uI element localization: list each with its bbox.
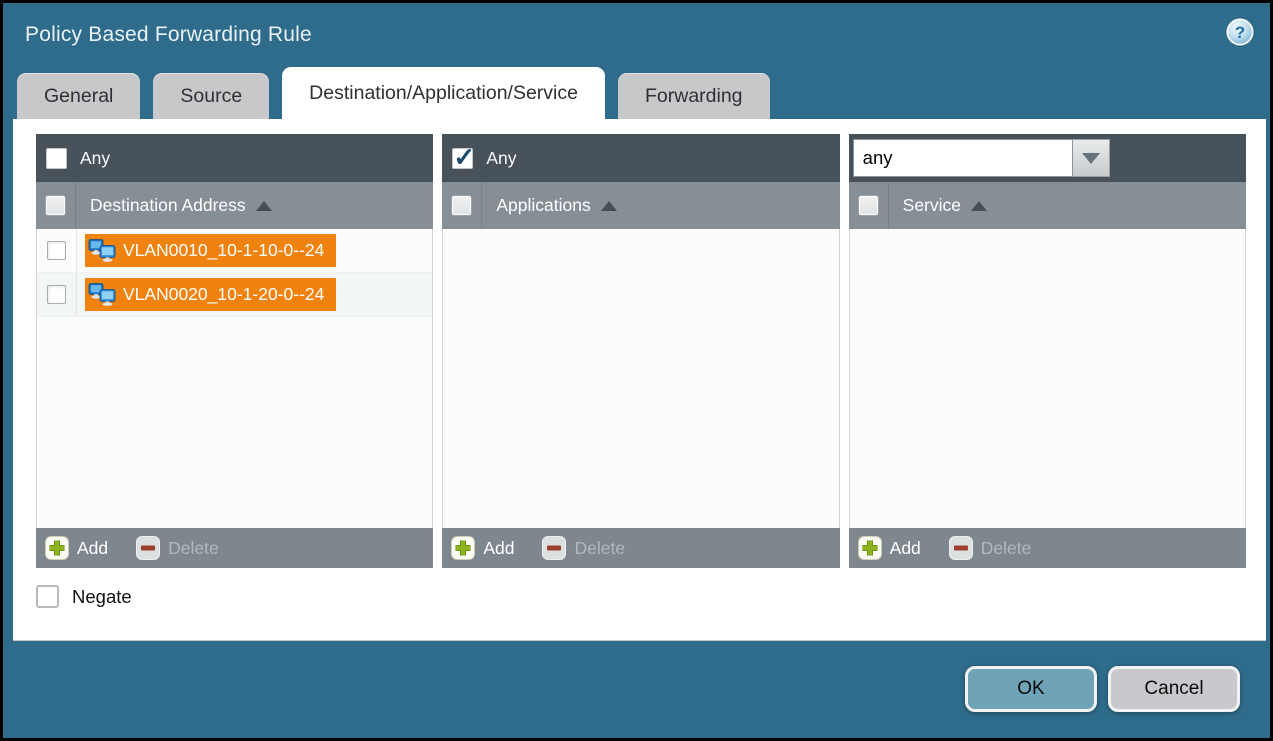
plus-icon [451, 536, 475, 560]
applications-list [442, 229, 839, 528]
address-item-label: VLAN0020_10-1-20-0--24 [123, 284, 324, 305]
destination-footer-bar: Add Delete [36, 528, 433, 568]
destination-any-bar: Any [36, 134, 433, 182]
add-button-label: Add [77, 538, 108, 559]
service-select-all-checkbox[interactable] [859, 196, 878, 215]
delete-button[interactable]: Delete [949, 536, 1032, 560]
destination-any-label: Any [80, 148, 110, 169]
destination-address-header-label[interactable]: Destination Address [90, 195, 246, 216]
table-row[interactable]: VLAN0020_10-1-20-0--24 [37, 273, 432, 317]
service-mode-dropdown[interactable]: any [853, 139, 1073, 177]
add-button-label: Add [890, 538, 921, 559]
destination-address-column: Any Destination Address [36, 134, 433, 568]
network-address-icon [88, 239, 116, 262]
page-title: Policy Based Forwarding Rule [25, 23, 312, 47]
destination-address-list: VLAN0010_10-1-10-0--24 [36, 229, 433, 528]
plus-icon [858, 536, 882, 560]
add-button[interactable]: Add [45, 536, 108, 560]
row-checkbox[interactable] [47, 241, 66, 260]
cancel-button[interactable]: Cancel [1108, 666, 1240, 712]
destination-any-checkbox[interactable] [46, 148, 67, 169]
chevron-down-icon [1082, 153, 1100, 164]
address-item[interactable]: VLAN0020_10-1-20-0--24 [85, 278, 336, 311]
add-button[interactable]: Add [451, 536, 514, 560]
dialog-actions: OK Cancel [965, 666, 1240, 712]
address-item[interactable]: VLAN0010_10-1-10-0--24 [85, 234, 336, 267]
svg-text:?: ? [1235, 23, 1245, 42]
delete-button-label: Delete [981, 538, 1032, 559]
applications-select-all-checkbox[interactable] [452, 196, 471, 215]
destination-address-header: Destination Address [36, 182, 433, 229]
tab-content-panel: Any Destination Address [13, 119, 1266, 641]
ok-button[interactable]: OK [965, 666, 1097, 712]
tab-forwarding[interactable]: Forwarding [618, 73, 770, 119]
help-icon[interactable]: ? [1226, 18, 1254, 46]
negate-checkbox[interactable] [36, 585, 59, 608]
sort-ascending-icon [256, 201, 272, 211]
destination-select-all-checkbox[interactable] [46, 196, 65, 215]
delete-button[interactable]: Delete [542, 536, 625, 560]
negate-row: Negate [36, 585, 1246, 608]
service-header: Service [849, 182, 1246, 229]
dialog-titlebar: Policy Based Forwarding Rule ? [3, 3, 1270, 67]
policy-based-forwarding-rule-dialog: Policy Based Forwarding Rule ? General S… [0, 0, 1273, 741]
applications-header: Applications [442, 182, 839, 229]
applications-any-checkbox[interactable] [452, 148, 473, 169]
negate-label: Negate [72, 586, 132, 608]
row-checkbox[interactable] [47, 285, 66, 304]
minus-icon [542, 536, 566, 560]
applications-column: Any Applications Add [442, 134, 839, 568]
delete-button-label: Delete [574, 538, 625, 559]
tab-source[interactable]: Source [153, 73, 269, 119]
applications-any-label: Any [486, 148, 516, 169]
tab-general[interactable]: General [17, 73, 140, 119]
service-column: any Service [849, 134, 1246, 568]
applications-any-bar: Any [442, 134, 839, 182]
service-list [849, 229, 1246, 528]
delete-button[interactable]: Delete [136, 536, 219, 560]
add-button-label: Add [483, 538, 514, 559]
address-item-label: VLAN0010_10-1-10-0--24 [123, 240, 324, 261]
sort-ascending-icon [601, 201, 617, 211]
delete-button-label: Delete [168, 538, 219, 559]
minus-icon [136, 536, 160, 560]
add-button[interactable]: Add [858, 536, 921, 560]
plus-icon [45, 536, 69, 560]
service-header-label[interactable]: Service [903, 195, 961, 216]
service-mode-value: any [863, 147, 893, 169]
tab-destination-application-service[interactable]: Destination/Application/Service [282, 67, 605, 119]
dropdown-button[interactable] [1073, 139, 1110, 177]
applications-header-label[interactable]: Applications [496, 195, 590, 216]
table-row[interactable]: VLAN0010_10-1-10-0--24 [37, 229, 432, 273]
service-dropdown-bar: any [849, 134, 1246, 182]
applications-footer-bar: Add Delete [442, 528, 839, 568]
sort-ascending-icon [971, 201, 987, 211]
tab-bar: General Source Destination/Application/S… [17, 67, 1270, 119]
network-address-icon [88, 283, 116, 306]
minus-icon [949, 536, 973, 560]
service-footer-bar: Add Delete [849, 528, 1246, 568]
